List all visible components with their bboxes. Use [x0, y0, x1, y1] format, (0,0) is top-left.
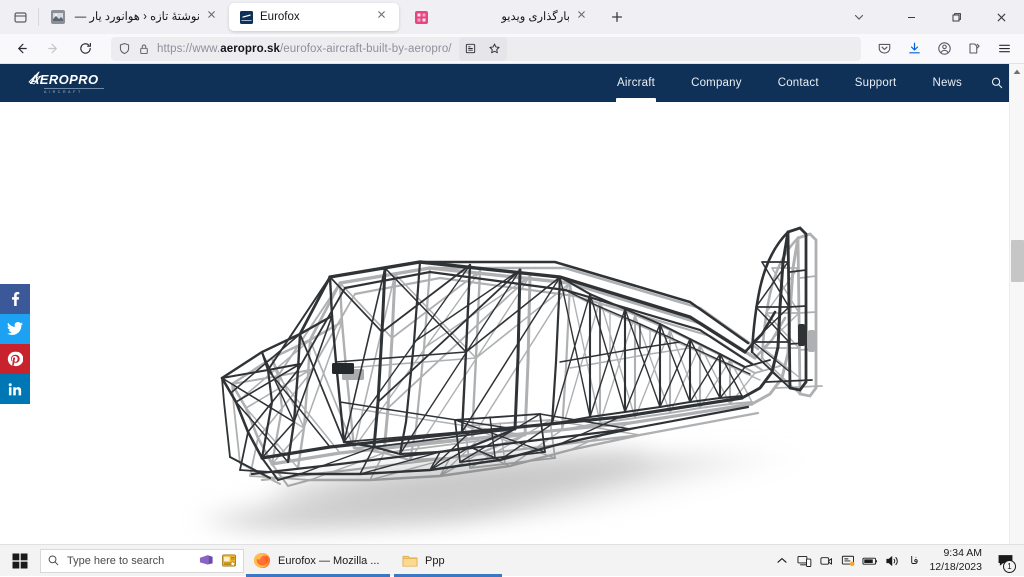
tab-title: بارگذاری ویدیو — [501, 11, 570, 23]
restore-button[interactable] — [934, 0, 979, 34]
reader-view-icon[interactable] — [460, 38, 482, 60]
browser-tab[interactable]: نوشتهٔ تازه ‹ هوانورد یار — وردپرس — [41, 3, 229, 31]
taskbar-app-folder[interactable]: Ppp — [392, 545, 504, 577]
tab-strip: نوشتهٔ تازه ‹ هوانورد یار — وردپرس Eurof… — [0, 0, 1024, 34]
windows-start-icon — [12, 553, 28, 568]
display-icon[interactable] — [837, 545, 859, 577]
browser-tab-active[interactable]: Eurofox — [229, 3, 399, 31]
folder-icon — [402, 553, 418, 568]
tray-overflow-chevron-icon[interactable] — [771, 545, 793, 577]
taskbar-app-label: Ppp — [425, 554, 445, 567]
social-share-pinterest[interactable] — [0, 344, 30, 374]
linkedin-icon — [8, 382, 21, 395]
twitter-icon — [7, 322, 23, 336]
taskbar-search-box[interactable]: Type here to search — [40, 548, 244, 573]
tab-title: Eurofox — [260, 11, 300, 23]
windows-taskbar: Type here to search Eurofox — Mozilla ..… — [0, 544, 1024, 577]
nav-item-company[interactable]: Company — [673, 64, 760, 102]
site-navigation: Aircraft Company Contact Support News — [599, 64, 1014, 102]
clock-time: 9:34 AM — [943, 547, 982, 560]
nav-item-aircraft[interactable]: Aircraft — [599, 64, 673, 102]
bookmark-star-icon[interactable] — [484, 38, 506, 60]
battery-icon[interactable] — [859, 545, 881, 577]
search-icon — [47, 554, 60, 567]
aeropro-logo[interactable]: AEROPRO AIRCRAFT — [28, 64, 104, 102]
url-text: https://www.aeropro.sk/eurofox-aircraft-… — [157, 42, 452, 55]
eurofox-favicon-icon — [238, 9, 254, 25]
nav-item-support[interactable]: Support — [837, 64, 915, 102]
firefox-icon — [254, 552, 271, 569]
firefox-browser-window: نوشتهٔ تازه ‹ هوانورد یار — وردپرس Eurof… — [0, 0, 1024, 544]
hero-section — [0, 102, 1024, 544]
browser-tab[interactable]: بارگذاری ویدیو — [399, 3, 599, 31]
language-indicator[interactable]: فا — [903, 555, 925, 567]
reload-button[interactable] — [70, 36, 100, 62]
social-share-facebook[interactable] — [0, 284, 30, 314]
taskbar-app-firefox[interactable]: Eurofox — Mozilla ... — [244, 545, 392, 577]
cortana-icon[interactable] — [198, 553, 215, 568]
nav-item-contact[interactable]: Contact — [760, 64, 837, 102]
video-upload-favicon-icon — [413, 9, 429, 25]
address-bar[interactable]: https://www.aeropro.sk/eurofox-aircraft-… — [111, 36, 861, 61]
url-action-buttons — [458, 36, 507, 61]
social-share-twitter[interactable] — [0, 314, 30, 344]
wordpress-site-favicon-icon — [50, 9, 66, 25]
browser-navigation-toolbar: https://www.aeropro.sk/eurofox-aircraft-… — [0, 34, 1024, 64]
notification-badge: 1 — [1003, 559, 1016, 573]
taskbar-app-label: Eurofox — Mozilla ... — [278, 554, 380, 567]
extensions-icon[interactable] — [960, 36, 988, 62]
application-menu-icon[interactable] — [990, 36, 1018, 62]
eurofox-fuselage-frame-image — [201, 226, 839, 531]
firefox-view-button[interactable] — [4, 3, 36, 31]
star-swoosh-icon — [28, 71, 42, 85]
new-tab-button[interactable] — [603, 3, 631, 31]
social-share-linkedin[interactable] — [0, 374, 30, 404]
minimize-button[interactable] — [889, 0, 934, 34]
account-icon[interactable] — [930, 36, 958, 62]
page-scrollbar[interactable] — [1009, 64, 1024, 544]
scrollbar-thumb[interactable] — [1011, 240, 1024, 282]
tab-close-icon[interactable] — [206, 9, 222, 25]
back-button[interactable] — [6, 36, 36, 62]
network-icon[interactable] — [793, 545, 815, 577]
shield-icon[interactable] — [118, 42, 131, 55]
volume-icon[interactable] — [881, 545, 903, 577]
start-button[interactable] — [0, 545, 40, 577]
web-page-content: AEROPRO AIRCRAFT Aircraft Company Contac… — [0, 64, 1024, 544]
forward-button — [38, 36, 68, 62]
scrollbar-up-arrow[interactable] — [1010, 64, 1024, 79]
search-placeholder: Type here to search — [67, 554, 165, 567]
news-and-interests-icon[interactable] — [221, 553, 238, 568]
downloads-icon[interactable] — [900, 36, 928, 62]
nav-item-news[interactable]: News — [914, 64, 980, 102]
padlock-icon[interactable] — [138, 43, 150, 55]
tab-separator — [38, 8, 39, 26]
system-tray: فا 9:34 AM 12/18/2023 1 — [771, 545, 1024, 577]
clock-date: 12/18/2023 — [929, 560, 982, 573]
tab-close-icon[interactable] — [376, 9, 392, 25]
action-center-button[interactable]: 1 — [990, 545, 1020, 577]
pocket-icon[interactable] — [870, 36, 898, 62]
taskbar-clock[interactable]: 9:34 AM 12/18/2023 — [925, 547, 990, 573]
site-header: AEROPRO AIRCRAFT Aircraft Company Contac… — [0, 64, 1024, 102]
social-share-rail — [0, 284, 30, 404]
close-button[interactable] — [979, 0, 1024, 34]
camera-icon[interactable] — [815, 545, 837, 577]
logo-underline — [44, 88, 104, 89]
window-controls — [843, 0, 1024, 34]
facebook-icon — [12, 291, 20, 306]
logo-tagline: AIRCRAFT — [44, 90, 83, 94]
tab-title: نوشتهٔ تازه ‹ هوانورد یار — وردپرس — [72, 11, 200, 23]
tab-close-icon[interactable] — [576, 9, 592, 25]
list-all-tabs-button[interactable] — [843, 3, 875, 31]
pinterest-icon — [7, 351, 23, 367]
